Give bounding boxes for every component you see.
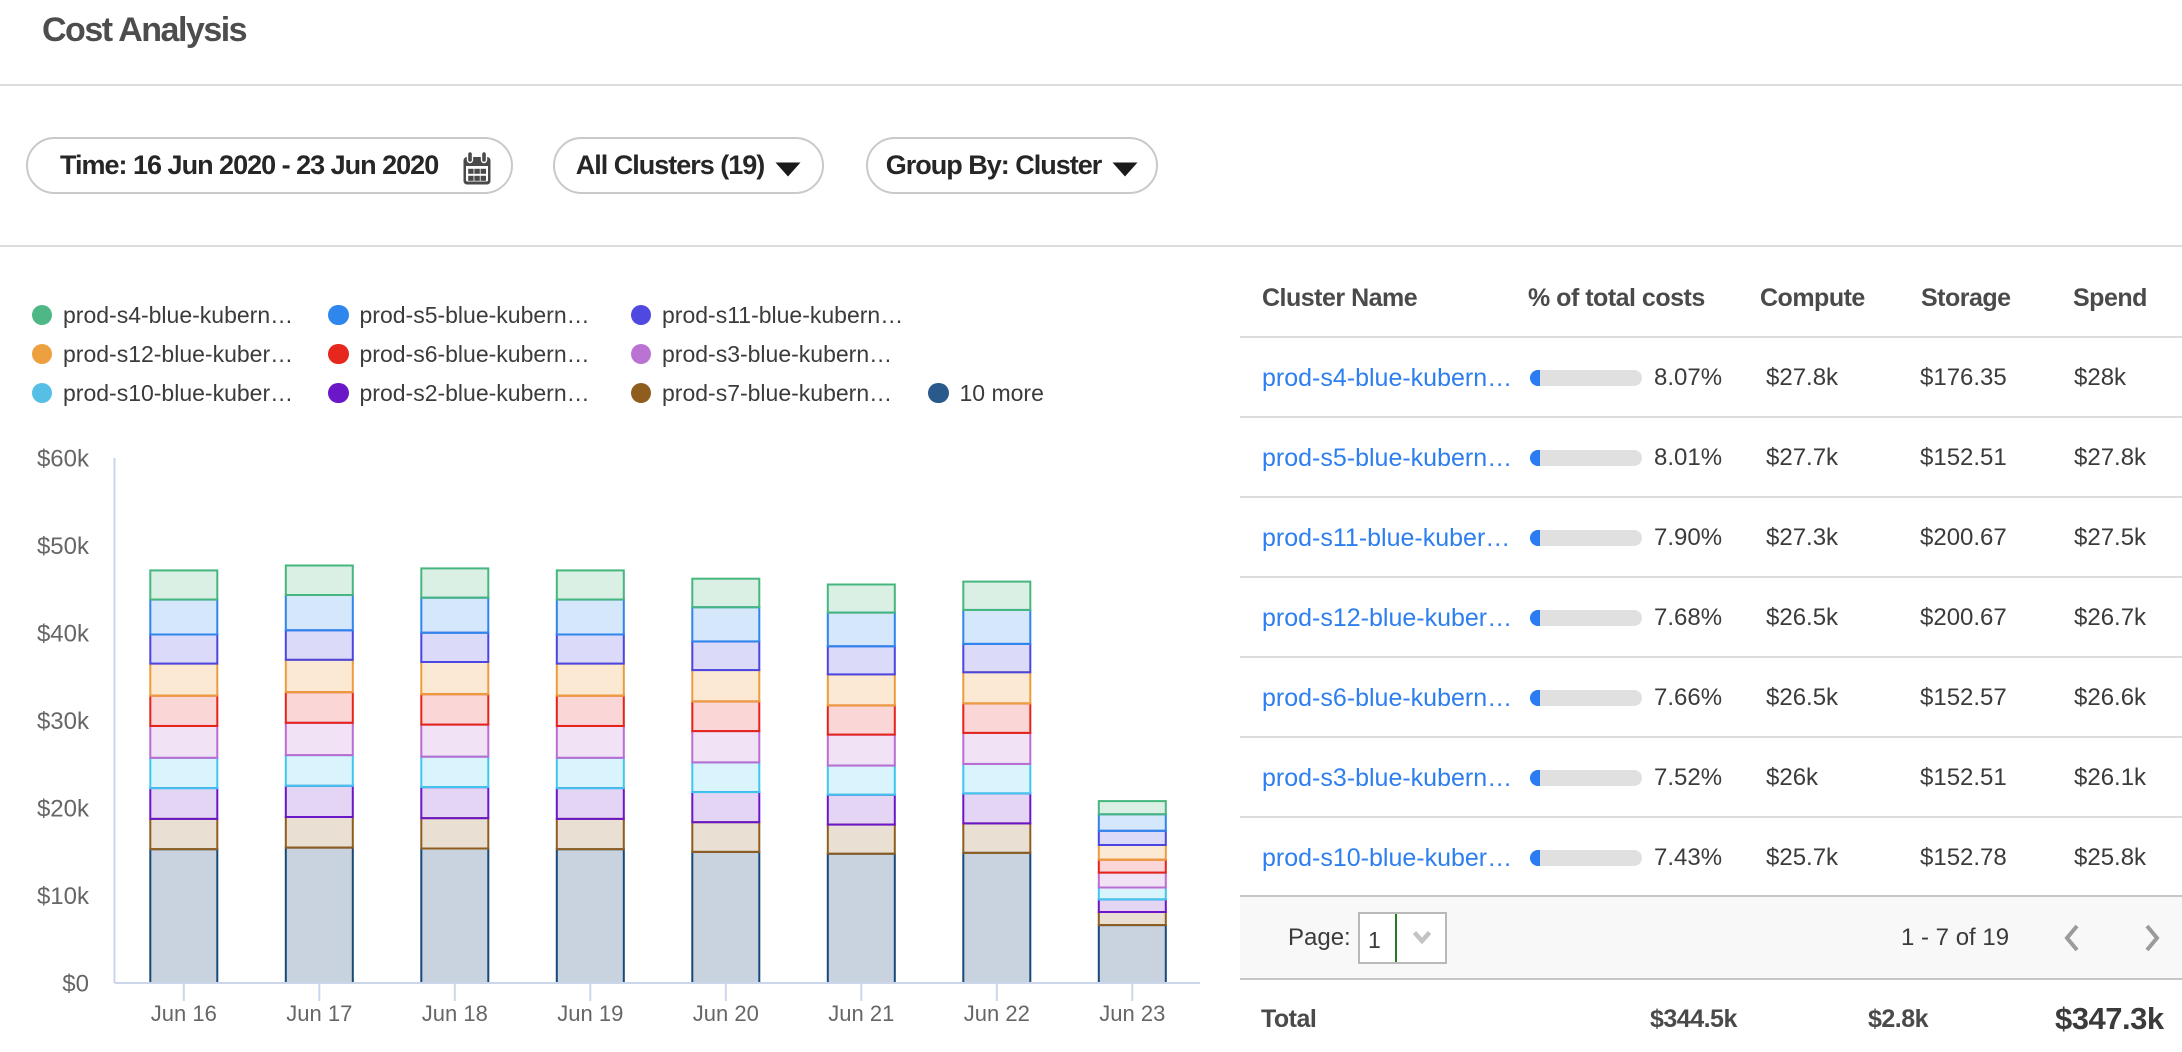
svg-text:Jun 22: Jun 22 [964, 1001, 1030, 1026]
svg-text:$60k: $60k [37, 445, 90, 472]
svg-text:$0: $0 [62, 970, 89, 997]
svg-text:$10k: $10k [37, 883, 90, 910]
svg-text:$50k: $50k [37, 533, 90, 560]
svg-text:$20k: $20k [37, 795, 90, 822]
svg-text:$40k: $40k [37, 620, 90, 647]
svg-text:Jun 21: Jun 21 [828, 1001, 894, 1026]
svg-text:Jun 20: Jun 20 [693, 1001, 759, 1026]
svg-text:Jun 18: Jun 18 [422, 1001, 488, 1026]
svg-text:$30k: $30k [37, 708, 90, 735]
svg-text:Jun 17: Jun 17 [286, 1001, 352, 1026]
svg-text:Jun 23: Jun 23 [1099, 1001, 1165, 1026]
svg-text:Jun 19: Jun 19 [557, 1001, 623, 1026]
svg-text:Jun 16: Jun 16 [151, 1001, 217, 1026]
